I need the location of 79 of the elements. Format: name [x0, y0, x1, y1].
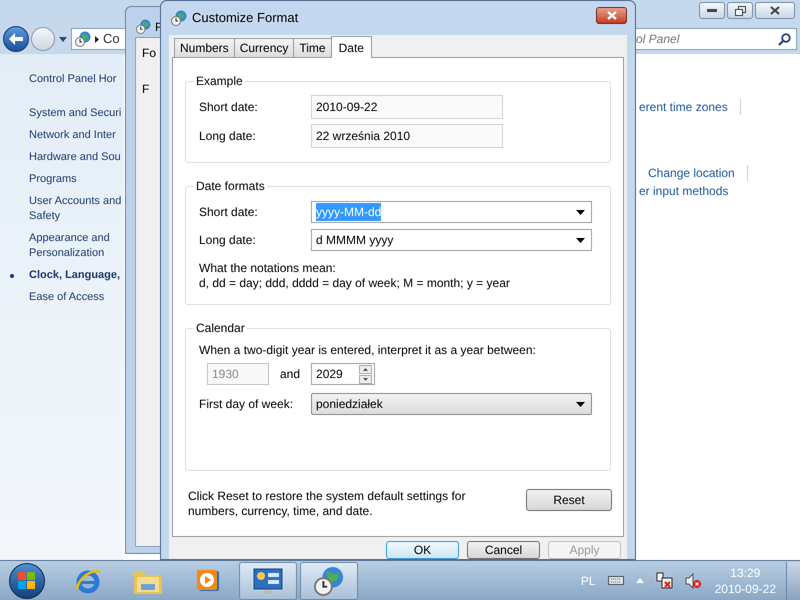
back-arrow-icon: [9, 33, 23, 45]
year-to-field[interactable]: 2029: [311, 363, 376, 385]
search-placeholder: ol Panel: [636, 31, 680, 48]
reset-button[interactable]: Reset: [526, 489, 612, 511]
group-title: Date formats: [196, 179, 265, 193]
sidebar-link[interactable]: Clock, Language,: [29, 268, 123, 282]
recent-pages-caret-icon: [59, 36, 67, 42]
windows-logo-icon: [18, 572, 36, 590]
sidebar-link[interactable]: System and Securi: [29, 106, 123, 120]
field-label: Long date:: [199, 128, 257, 145]
label: F: [142, 82, 150, 96]
field-label: Long date:: [199, 232, 257, 249]
group-title: Calendar: [196, 321, 245, 335]
tab[interactable]: Date: [330, 36, 372, 58]
dropdown-arrow-icon: [576, 238, 585, 242]
globe-clock-icon: [314, 566, 344, 596]
close-icon: [606, 10, 616, 20]
notation-help: What the notations mean: d, dd = day; ddd, dddd = day of week; M = month; y = year: [199, 261, 511, 291]
first-day-combo[interactable]: poniedziałek: [311, 393, 592, 415]
example-field: 2010-09-22: [311, 95, 503, 119]
group-title: Example: [196, 74, 243, 88]
field-label: First day of week:: [199, 396, 294, 413]
back-button[interactable]: [3, 26, 29, 52]
sidebar-link[interactable]: User Accounts and Safety: [29, 194, 123, 224]
tab[interactable]: Currency: [234, 38, 294, 57]
bullet-icon: [10, 274, 14, 278]
minimize-button[interactable]: [699, 2, 725, 19]
close-button[interactable]: [596, 6, 627, 24]
restore-button[interactable]: [727, 2, 753, 19]
tab[interactable]: Time: [293, 38, 332, 57]
address-text: Co: [103, 30, 120, 48]
field-label: Short date:: [199, 204, 259, 221]
chevron-icon: [95, 36, 99, 42]
format-combo[interactable]: d MMMM yyyy: [311, 229, 592, 251]
taskbar-button[interactable]: [239, 562, 297, 600]
speaker-muted-icon[interactable]: [684, 572, 701, 588]
minimize-icon: [707, 9, 717, 12]
two-digit-year-note: When a two-digit year is entered, interpret it as a year between:: [199, 342, 537, 359]
tab[interactable]: Fo: [142, 46, 156, 60]
sidebar-link[interactable]: Appearance and Personalization: [29, 230, 123, 260]
search-icon: [778, 32, 791, 46]
globe-clock-icon: [136, 19, 151, 34]
taskbar-button[interactable]: [300, 562, 358, 600]
task-link[interactable]: er input methods: [639, 182, 728, 200]
clock-date: 2010-09-22: [714, 580, 776, 596]
link-separator: [740, 99, 741, 115]
sidebar-link[interactable]: Control Panel Hor: [29, 71, 124, 88]
dropdown-arrow-icon: [576, 210, 585, 214]
close-icon: [770, 6, 780, 15]
dropdown-arrow-icon: [576, 402, 585, 406]
network-error-icon[interactable]: [656, 572, 673, 589]
task-link[interactable]: erent time zones: [639, 98, 728, 116]
combo-text: yyyy-MM-dd: [316, 203, 382, 221]
sidebar-link[interactable]: Ease of Access: [29, 290, 123, 304]
sidebar-link[interactable]: Hardware and Sou: [29, 150, 123, 164]
tab[interactable]: Numbers: [174, 38, 235, 57]
start-button[interactable]: [9, 562, 45, 598]
window-title: Customize Format: [192, 9, 298, 28]
field-label: Short date:: [199, 99, 259, 116]
clock-time: 13:29: [730, 564, 760, 580]
sidebar-link[interactable]: Network and Inter: [29, 128, 123, 142]
globe-clock-icon: [171, 10, 187, 26]
dialog-button[interactable]: Cancel: [467, 541, 540, 559]
combo-text: d MMMM yyyy: [316, 232, 394, 249]
combo-text: poniedziałek: [316, 396, 383, 413]
show-desktop-button[interactable]: [786, 562, 800, 600]
close-button[interactable]: [755, 2, 795, 19]
restore-icon: [734, 6, 746, 16]
media-player-icon: [194, 568, 220, 594]
keyboard-icon[interactable]: [608, 576, 624, 585]
and-label: and: [279, 366, 302, 383]
example-field: 22 września 2010: [311, 124, 503, 148]
link-separator: [746, 165, 748, 181]
dialog-button[interactable]: OK: [386, 541, 459, 559]
year-value: 2029: [316, 366, 343, 383]
sidebar-link[interactable]: Programs: [29, 172, 123, 186]
task-link[interactable]: Change location: [648, 164, 735, 182]
reset-note: Click Reset to restore the system default settings for numbers, currency, time, and date.: [188, 489, 466, 519]
spinner[interactable]: [359, 364, 372, 384]
